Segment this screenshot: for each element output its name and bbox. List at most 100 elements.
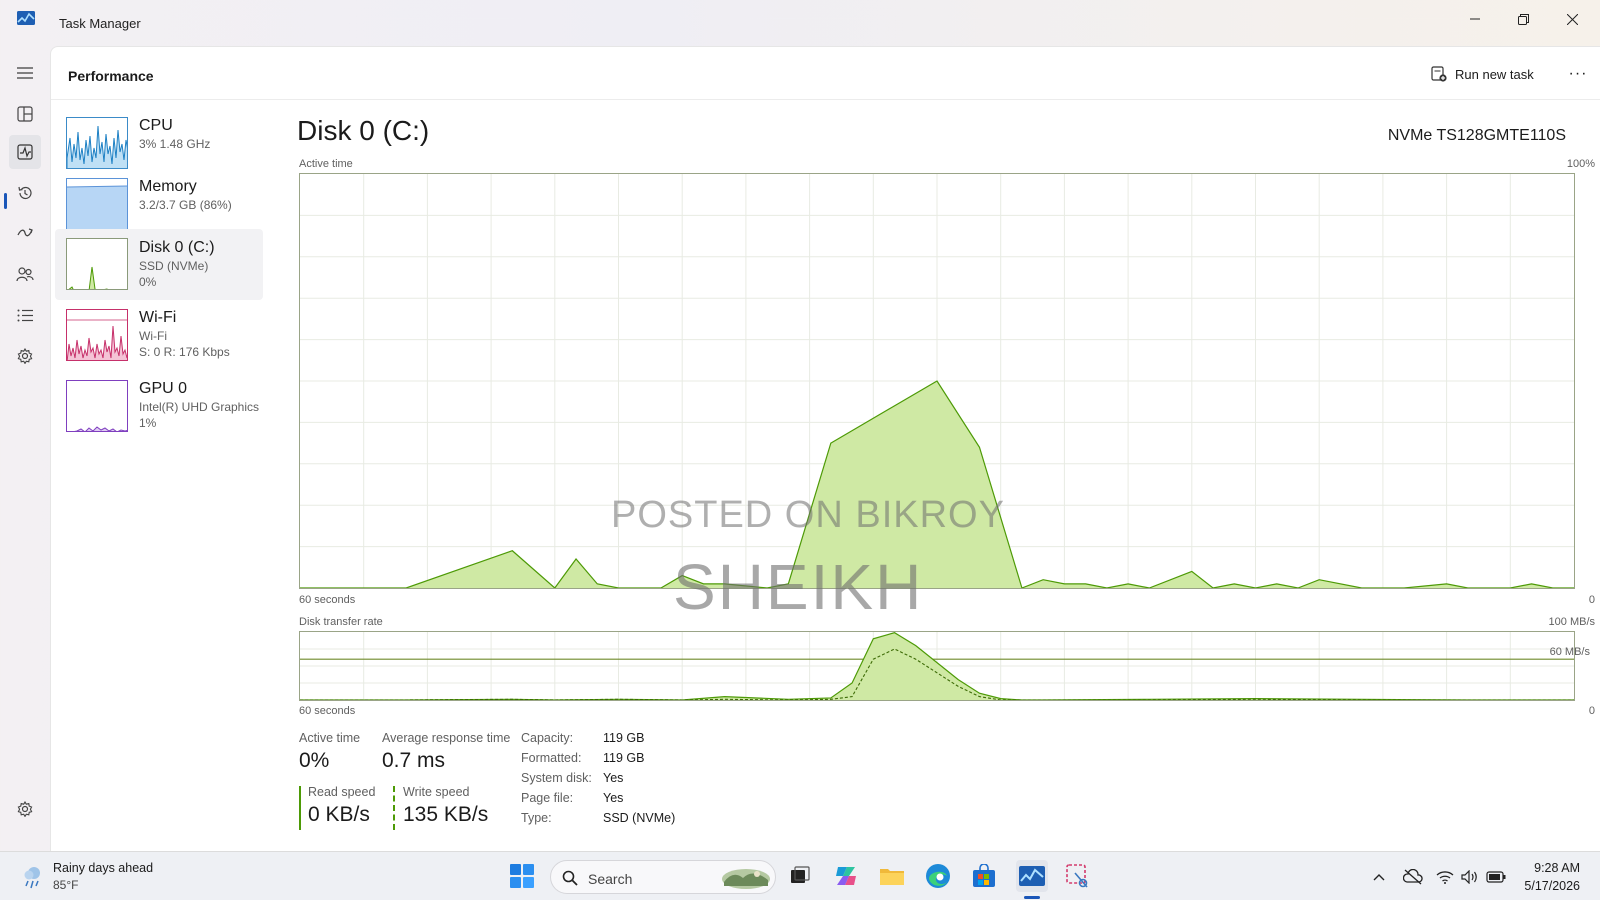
transfer-rate-axis-start: 60 seconds (299, 705, 356, 717)
write-speed-value: 135 KB/s (403, 803, 489, 826)
disk-thumbnail-graph (66, 238, 128, 290)
page-header: Performance Run new task ··· (51, 47, 1600, 100)
transfer-rate-reference-label: 60 MB/s (1549, 646, 1590, 658)
type-value: SSD (NVMe) (603, 811, 676, 825)
device-disk-0[interactable]: Disk 0 (C:) SSD (NVMe) 0% (55, 229, 263, 300)
run-new-task-button[interactable]: Run new task (1431, 62, 1534, 86)
transfer-rate-chart (300, 632, 1574, 701)
nav-startup-apps[interactable] (9, 216, 41, 250)
start-button[interactable] (506, 860, 538, 892)
task-view-icon (791, 866, 810, 883)
window-title: Task Manager (59, 16, 141, 31)
performance-icon (17, 144, 33, 160)
cloud-offline-icon (1403, 869, 1423, 885)
file-explorer-button[interactable] (876, 860, 908, 892)
restore-button[interactable] (1500, 4, 1546, 34)
device-gpu-usage: 1% (139, 416, 157, 430)
device-memory-usage: 3.2/3.7 GB (86%) (139, 198, 232, 212)
formatted-value: 119 GB (603, 751, 645, 765)
show-hidden-icons-button[interactable] (1368, 866, 1390, 888)
device-cpu-usage: 3% 1.48 GHz (139, 137, 211, 151)
processes-icon (17, 106, 33, 122)
battery-icon (1486, 871, 1506, 883)
volume-button[interactable] (1459, 866, 1481, 888)
hamburger-icon (17, 67, 33, 79)
watermark-line-1: POSTED ON BIKROY (611, 494, 1005, 536)
nav-details[interactable] (9, 298, 41, 332)
device-wifi-adapter: Wi-Fi (139, 329, 167, 343)
clock-date[interactable]: 5/17/2026 (1524, 879, 1580, 893)
nav-services[interactable] (9, 339, 41, 373)
weather-temperature: 85°F (53, 878, 79, 892)
battery-button[interactable] (1485, 866, 1507, 888)
read-speed-value: 0 KB/s (308, 803, 370, 826)
device-cpu[interactable]: CPU 3% 1.48 GHz (55, 113, 263, 183)
device-name: Memory (139, 178, 197, 195)
copilot-button[interactable] (830, 860, 862, 892)
windows-start-icon (510, 864, 534, 888)
task-view-button[interactable] (784, 860, 816, 892)
settings-button[interactable] (9, 792, 41, 826)
device-name: Wi-Fi (139, 309, 177, 326)
device-name: CPU (139, 117, 173, 134)
active-time-axis-start: 60 seconds (299, 594, 356, 606)
minimize-icon (1470, 18, 1480, 20)
task-manager-taskbar-button[interactable] (1016, 860, 1048, 892)
wifi-icon (1436, 871, 1454, 884)
snipping-tool-button[interactable] (1062, 860, 1094, 892)
taskbar: Rainy days ahead 85°F Search 9:28 AM 5/1… (0, 851, 1600, 900)
clock-time[interactable]: 9:28 AM (1534, 861, 1580, 875)
read-speed-legend-line (299, 786, 301, 830)
memory-mini-chart (67, 185, 127, 229)
active-nav-indicator (4, 193, 7, 209)
onedrive-status-button[interactable] (1402, 866, 1424, 888)
minimize-button[interactable] (1452, 4, 1498, 34)
startup-icon (17, 228, 33, 237)
network-button[interactable] (1434, 866, 1456, 888)
run-new-task-label: Run new task (1455, 66, 1534, 82)
search-placeholder: Search (588, 871, 633, 887)
close-button[interactable] (1549, 4, 1595, 34)
device-name: Disk 0 (C:) (139, 239, 215, 256)
details-list-icon (17, 309, 33, 321)
device-disk-type: SSD (NVMe) (139, 259, 209, 273)
nav-performance[interactable] (9, 135, 41, 169)
device-wifi[interactable]: Wi-Fi Wi-Fi S: 0 R: 176 Kbps (55, 305, 263, 375)
active-time-axis-end: 0 (1588, 594, 1595, 606)
active-time-stat-value: 0% (299, 749, 330, 772)
services-gear-icon (17, 348, 33, 364)
device-disk-usage: 0% (139, 275, 157, 289)
navigation-rail (0, 46, 50, 851)
capacity-value: 119 GB (603, 731, 645, 745)
more-options-button[interactable]: ··· (1563, 62, 1593, 86)
taskbar-search-box[interactable]: Search (550, 860, 776, 894)
nav-processes[interactable] (9, 97, 41, 131)
cpu-mini-chart (67, 125, 127, 168)
weather-forecast[interactable]: Rainy days ahead (53, 861, 153, 875)
disk-title: Disk 0 (C:) (297, 115, 430, 146)
page-title: Performance (68, 68, 154, 84)
device-gpu-0[interactable]: GPU 0 Intel(R) UHD Graphics 1% (55, 376, 263, 446)
nav-users[interactable] (9, 257, 41, 291)
snipping-tool-icon (1066, 864, 1088, 888)
more-options-icon: ··· (1568, 65, 1588, 82)
nav-app-history[interactable] (9, 176, 41, 210)
users-icon (16, 267, 34, 282)
history-icon (18, 186, 32, 200)
type-label: Type: (521, 811, 552, 825)
wifi-mini-chart (67, 319, 127, 360)
weather-widget[interactable] (20, 864, 46, 890)
restore-icon (1517, 13, 1529, 25)
page-file-value: Yes (603, 791, 624, 805)
avg-response-value: 0.7 ms (382, 749, 446, 772)
rain-cloud-icon (24, 867, 40, 889)
device-wifi-throughput: S: 0 R: 176 Kbps (139, 345, 230, 359)
microsoft-store-button[interactable] (968, 860, 1000, 892)
avg-response-label: Average response time (382, 731, 511, 745)
cpu-thumbnail-graph (66, 117, 128, 169)
device-name: GPU 0 (139, 380, 188, 397)
edge-browser-button[interactable] (922, 860, 954, 892)
gpu-mini-chart (74, 426, 127, 431)
task-manager-active-indicator (1024, 896, 1040, 899)
hamburger-menu-button[interactable] (9, 56, 41, 90)
